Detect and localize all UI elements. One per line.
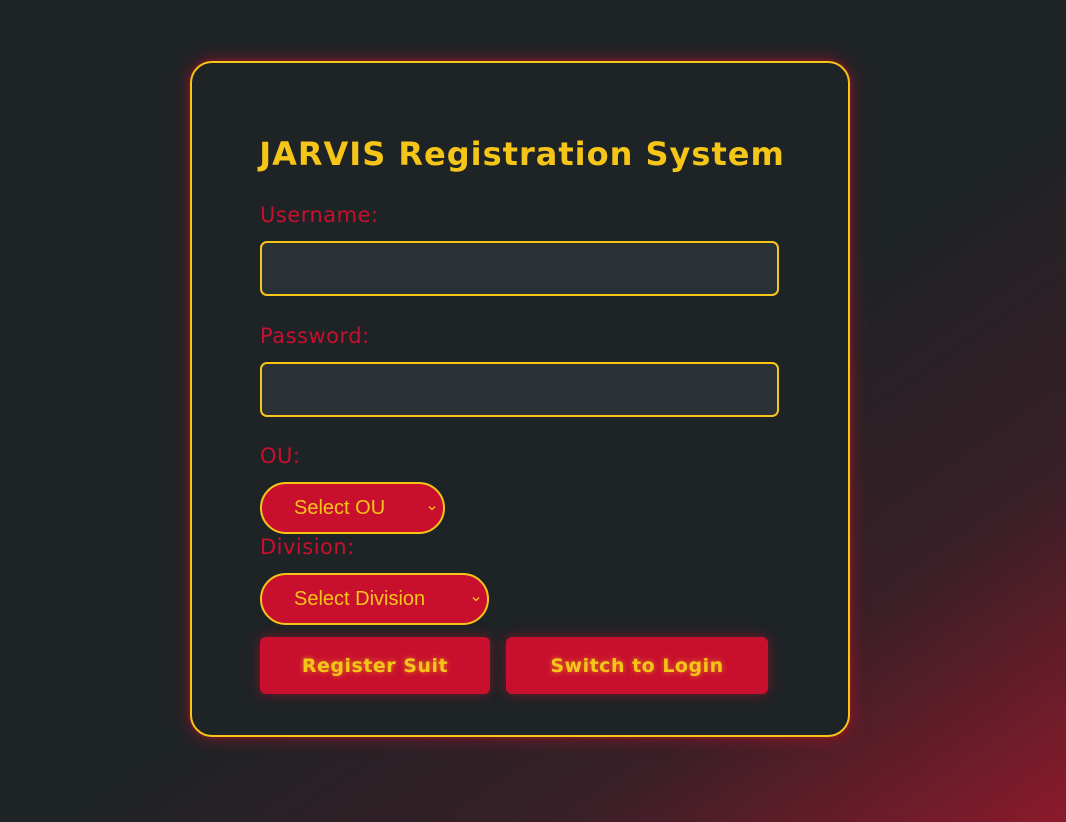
ou-select[interactable]: Select OU <box>260 482 445 534</box>
chevron-down-icon <box>428 506 436 511</box>
chevron-down-icon <box>472 597 480 602</box>
page-title: JARVIS Registration System <box>259 135 785 173</box>
ou-select-value: Select OU <box>294 496 386 519</box>
division-select[interactable]: Select Division <box>260 573 489 625</box>
username-input[interactable] <box>260 241 779 296</box>
division-select-value: Select Division <box>294 587 426 610</box>
ou-label: OU: <box>260 444 301 468</box>
username-label: Username: <box>260 203 379 227</box>
password-label: Password: <box>260 324 370 348</box>
register-suit-button[interactable]: Register Suit <box>260 637 490 694</box>
switch-to-login-button[interactable]: Switch to Login <box>506 637 768 694</box>
password-input[interactable] <box>260 362 779 417</box>
division-label: Division: <box>260 535 355 559</box>
registration-card: JARVIS Registration System Username: Pas… <box>190 61 850 737</box>
